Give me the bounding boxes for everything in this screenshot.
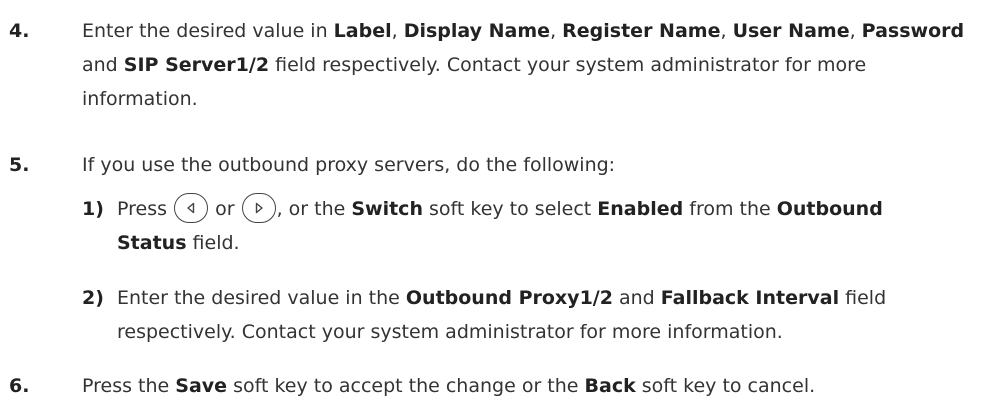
text-run: soft key to cancel. (635, 375, 816, 397)
right-key-icon (241, 192, 276, 223)
step-number: 6. (9, 375, 30, 397)
text-line: information. (82, 82, 1002, 116)
text-run: , (550, 20, 563, 42)
step-number: 5. (9, 154, 30, 176)
left-key-icon (174, 192, 209, 223)
text-run: field respectively. Contact your system … (269, 54, 867, 76)
text-line: If you use the outbound proxy servers, d… (82, 148, 1002, 182)
soft-key-save: Save (175, 375, 228, 397)
step-text: Enter the desired value in the Outbound … (117, 281, 978, 349)
step-text: Press or , or the Switch soft key to sel… (117, 192, 978, 260)
text-run: , (849, 20, 862, 42)
soft-key-back: Back (584, 375, 636, 397)
step-text: Press the Save soft key to accept the ch… (82, 369, 1002, 403)
substep-number: 1) (82, 198, 104, 220)
text-line: Enter the desired value in Label, Displa… (82, 14, 1002, 48)
text-run: , (720, 20, 733, 42)
text-run: and (612, 287, 661, 309)
text-line: and SIP Server1/2 field respectively. Co… (82, 48, 1002, 82)
field-name-label: Label (333, 20, 392, 42)
text-run: field. (186, 232, 240, 254)
field-name-outbound-status: Status (117, 232, 187, 254)
soft-key-switch: Switch (351, 198, 423, 220)
field-name-register-name: Register Name (562, 20, 721, 42)
text-run: field (839, 287, 887, 309)
text-run: information. (82, 88, 198, 110)
text-line: Enter the desired value in the Outbound … (117, 281, 978, 315)
field-name-outbound-proxy: Outbound Proxy1/2 (405, 287, 613, 309)
text-run: Enter the desired value in (82, 20, 334, 42)
field-name-display-name: Display Name (403, 20, 551, 42)
step-number: 4. (9, 20, 30, 42)
field-name-user-name: User Name (732, 20, 850, 42)
text-run: respectively. Contact your system admini… (117, 321, 783, 343)
field-name-outbound-status: Outbound (776, 198, 883, 220)
step-text: If you use the outbound proxy servers, d… (82, 148, 1002, 182)
text-run: If you use the outbound proxy servers, d… (82, 154, 616, 176)
text-line: Press the Save soft key to accept the ch… (82, 369, 1002, 403)
text-run: , (391, 20, 404, 42)
option-enabled: Enabled (597, 198, 684, 220)
text-run: Press (117, 198, 174, 220)
text-run: Enter the desired value in the (117, 287, 406, 309)
field-name-sip-server: SIP Server1/2 (123, 54, 270, 76)
substep-number: 2) (82, 287, 104, 309)
text-line: Press or , or the Switch soft key to sel… (117, 192, 978, 226)
text-line: Status field. (117, 226, 978, 260)
text-run: soft key to select (422, 198, 598, 220)
text-run: from the (683, 198, 777, 220)
step-text: Enter the desired value in Label, Displa… (82, 14, 1002, 116)
text-line: respectively. Contact your system admini… (117, 315, 978, 349)
field-name-password: Password (861, 20, 965, 42)
text-run: or (209, 198, 241, 220)
text-run: , or the (276, 198, 352, 220)
text-run: soft key to accept the change or the (227, 375, 585, 397)
text-run: Press the (82, 375, 176, 397)
text-run: and (82, 54, 124, 76)
field-name-fallback-interval: Fallback Interval (660, 287, 840, 309)
